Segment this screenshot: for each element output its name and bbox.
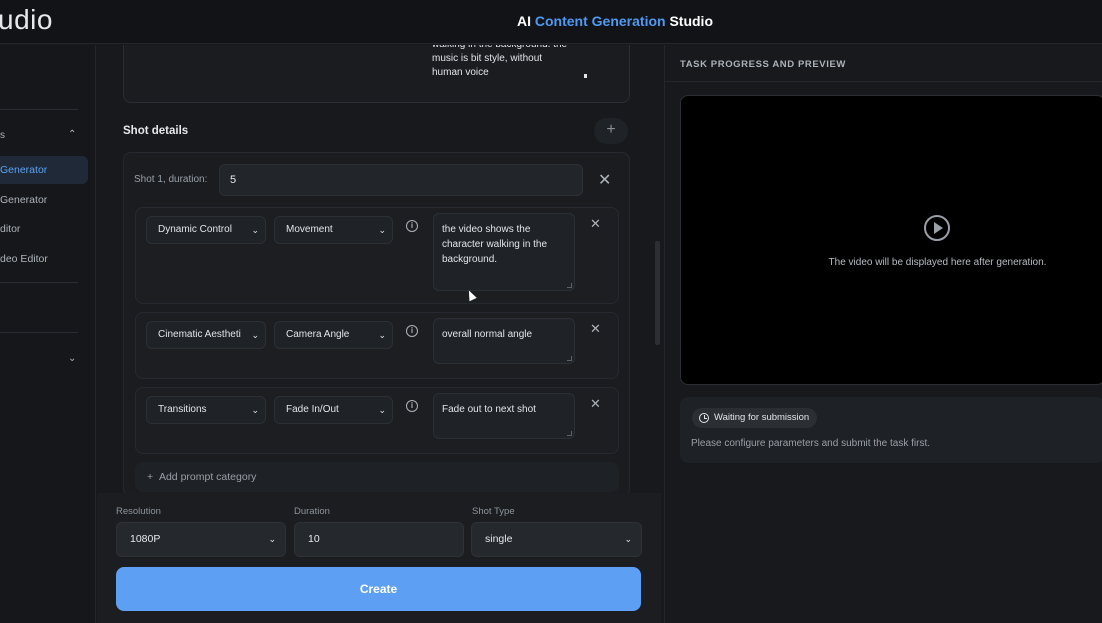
preview-header: TASK PROGRESS AND PREVIEW (665, 45, 1102, 82)
prompt-row: Cinematic Aestheti ⌄ Camera Angle ⌄ i over… (135, 312, 619, 379)
add-prompt-category-button[interactable]: + Add prompt category (135, 462, 619, 492)
top-bar: udio AI Content Generation Studio (0, 0, 1102, 44)
category-select[interactable]: Dynamic Control ⌄ (146, 216, 266, 244)
shot-duration-label: Shot 1, duration: (134, 174, 208, 185)
prompt-text-value: Fade out to next shot (442, 404, 536, 415)
duration-label: Duration (294, 506, 330, 517)
play-icon[interactable] (924, 215, 950, 241)
status-hint: Please configure parameters and submit t… (691, 438, 931, 449)
title-accent: Content Generation (534, 13, 666, 29)
prompt-row: Dynamic Control ⌄ Movement ⌄ i the video s… (135, 207, 619, 304)
shot-type-select[interactable]: single ⌄ (471, 522, 642, 557)
plus-icon: + (147, 471, 159, 483)
resize-handle[interactable] (567, 356, 572, 361)
info-icon[interactable]: i (406, 400, 418, 412)
video-preview: The video will be displayed here after g… (680, 95, 1102, 385)
sidebar-divider (0, 109, 78, 110)
info-icon[interactable]: i (406, 220, 418, 232)
prompt-textarea[interactable]: overall normal angle (433, 318, 575, 364)
remove-shot-close-icon[interactable]: ✕ (598, 170, 611, 190)
shot-duration-input[interactable]: 5 (219, 164, 583, 196)
preview-placeholder: The video will be displayed here after g… (828, 257, 1047, 268)
chevron-down-icon: ⌄ (624, 534, 632, 544)
remove-prompt-close-icon[interactable]: ✕ (590, 216, 601, 232)
generation-form: Resolution 1080P ⌄ Duration 10 Shot Type … (97, 493, 661, 623)
category-select-value: Transitions (158, 404, 207, 415)
plus-icon: + (606, 121, 616, 138)
status-badge: Waiting for submission (692, 408, 818, 428)
panel-scrollbar[interactable] (655, 241, 660, 345)
option-select[interactable]: Movement ⌄ (274, 216, 393, 244)
chevron-down-icon: ⌄ (378, 330, 386, 340)
sidebar: s ⌃ Generator Generator ditor deo Editor… (0, 45, 96, 623)
sidebar-divider (0, 282, 78, 283)
resize-handle[interactable] (567, 431, 572, 436)
shot-type-value: single (485, 533, 513, 545)
category-select-value: Cinematic Aestheti (158, 329, 241, 340)
prompt-row: Transitions ⌄ Fade In/Out ⌄ i Fade out to … (135, 387, 619, 454)
info-icon[interactable]: i (406, 325, 418, 337)
status-badge-label: Waiting for submission (714, 412, 810, 423)
category-select[interactable]: Cinematic Aestheti ⌄ (146, 321, 266, 349)
page-title: AI Content Generation Studio (0, 13, 1102, 29)
chevron-up-icon: ⌃ (68, 129, 77, 140)
option-select-value: Movement (286, 224, 333, 235)
chevron-down-icon: ⌄ (378, 405, 386, 415)
chevron-down-icon: ⌄ (378, 225, 386, 235)
chevron-down-icon: ⌄ (251, 405, 259, 415)
prompt-text-value: the video shows the character walking in… (442, 224, 548, 265)
sidebar-item-generator-2[interactable]: Generator (0, 186, 88, 214)
clock-icon (699, 413, 709, 423)
option-select-value: Fade In/Out (286, 404, 339, 415)
sidebar-section-label: s (0, 130, 5, 141)
sidebar-item-editor[interactable]: ditor (0, 215, 88, 243)
resize-handle[interactable] (567, 283, 572, 288)
remove-prompt-close-icon[interactable]: ✕ (590, 396, 601, 412)
chevron-down-icon: ⌄ (268, 534, 276, 544)
shot-type-label: Shot Type (472, 506, 515, 517)
prompt-text-value: overall normal angle (442, 329, 533, 340)
option-select[interactable]: Camera Angle ⌄ (274, 321, 393, 349)
remove-prompt-close-icon[interactable]: ✕ (590, 321, 601, 337)
textarea-scrollbar[interactable] (584, 74, 587, 78)
option-select[interactable]: Fade In/Out ⌄ (274, 396, 393, 424)
description-text: walking in the background. the music is … (432, 45, 567, 78)
preview-panel: TASK PROGRESS AND PREVIEW The video will… (664, 45, 1102, 623)
title-prefix: AI (517, 13, 535, 29)
add-shot-button[interactable]: + (594, 118, 628, 144)
description-textarea[interactable]: walking in the background. the music is … (123, 45, 630, 103)
sidebar-divider (0, 332, 78, 333)
resolution-label: Resolution (116, 506, 161, 517)
prompt-textarea[interactable]: the video shows the character walking in… (433, 213, 575, 291)
create-button[interactable]: Create (116, 567, 641, 611)
category-select-value: Dynamic Control (158, 224, 232, 235)
duration-input[interactable]: 10 (294, 522, 464, 557)
chevron-down-icon: ⌄ (251, 330, 259, 340)
option-select-value: Camera Angle (286, 329, 350, 340)
category-select[interactable]: Transitions ⌄ (146, 396, 266, 424)
prompt-textarea[interactable]: Fade out to next shot (433, 393, 575, 439)
sidebar-item-video-editor[interactable]: deo Editor (0, 245, 88, 273)
add-category-label: Add prompt category (158, 471, 257, 483)
shot-details-title: Shot details (123, 125, 189, 137)
chevron-down-icon: ⌄ (251, 225, 259, 235)
title-suffix: Studio (665, 13, 713, 29)
shot-card: Shot 1, duration: 5 ✕ Dynamic Control ⌄ M… (123, 152, 630, 497)
resolution-select[interactable]: 1080P ⌄ (116, 522, 286, 557)
preview-title: TASK PROGRESS AND PREVIEW (680, 59, 846, 70)
status-box: Waiting for submission Please configure … (680, 397, 1102, 463)
sidebar-item-generator[interactable]: Generator (0, 156, 88, 184)
sidebar-section-header[interactable]: s ⌃ (0, 129, 80, 144)
chevron-down-icon[interactable]: ⌄ (68, 353, 76, 364)
resolution-value: 1080P (130, 533, 161, 545)
